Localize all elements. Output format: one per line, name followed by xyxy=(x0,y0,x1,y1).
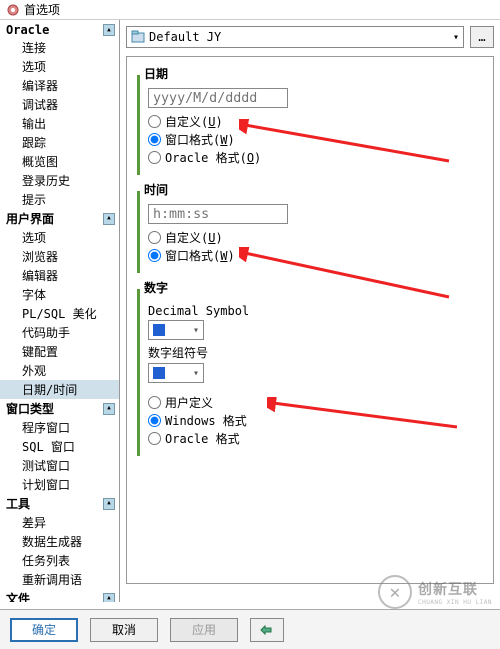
sidebar-item[interactable]: 日期/时间 xyxy=(0,380,119,399)
number-windows-radio[interactable]: Windows 格式 xyxy=(148,412,475,429)
sidebar-item[interactable]: 字体 xyxy=(0,285,119,304)
sidebar-item[interactable]: 数据生成器 xyxy=(0,532,119,551)
date-oracle-radio[interactable]: Oracle 格式(O) xyxy=(148,149,475,166)
sidebar-item[interactable]: 输出 xyxy=(0,114,119,133)
number-user-radio[interactable]: 用户定义 xyxy=(148,394,475,411)
collapse-icon: ▴ xyxy=(103,403,115,415)
number-oracle-radio[interactable]: Oracle 格式 xyxy=(148,430,475,447)
collapse-icon: ▴ xyxy=(103,593,115,603)
cancel-button[interactable]: 取消 xyxy=(90,618,158,642)
profile-name: Default JY xyxy=(149,30,449,44)
time-legend: 时间 xyxy=(144,181,170,200)
sidebar-item[interactable]: 任务列表 xyxy=(0,551,119,570)
sidebar-item[interactable]: 外观 xyxy=(0,361,119,380)
watermark-icon: ✕ xyxy=(378,575,412,609)
grouping-label: 数字组符号 xyxy=(148,344,475,361)
date-format-input[interactable] xyxy=(148,88,288,108)
sidebar-group-header[interactable]: 窗口类型▴ xyxy=(0,399,119,418)
sidebar-item[interactable]: 提示 xyxy=(0,190,119,209)
sidebar-item[interactable]: PL/SQL 美化 xyxy=(0,304,119,323)
sidebar-item[interactable]: 测试窗口 xyxy=(0,456,119,475)
sidebar-group-header[interactable]: 用户界面▴ xyxy=(0,209,119,228)
decimal-label: Decimal Symbol xyxy=(148,304,475,318)
time-format-input[interactable] xyxy=(148,204,288,224)
collapse-icon: ▴ xyxy=(103,24,115,36)
ok-button[interactable]: 确定 xyxy=(10,618,78,642)
sidebar-group-header[interactable]: Oracle▴ xyxy=(0,22,119,38)
date-custom-radio[interactable]: 自定义(U) xyxy=(148,113,475,130)
sidebar-item[interactable]: 差异 xyxy=(0,513,119,532)
date-window-radio[interactable]: 窗口格式(W) xyxy=(148,131,475,148)
window-title: 首选项 xyxy=(24,1,60,18)
sidebar: Oracle▴连接选项编译器调试器输出跟踪概览图登录历史提示用户界面▴选项浏览器… xyxy=(0,20,120,602)
sidebar-item[interactable]: 选项 xyxy=(0,57,119,76)
profile-select[interactable]: Default JY ▾ xyxy=(126,26,464,48)
sidebar-item[interactable]: 程序窗口 xyxy=(0,418,119,437)
sidebar-item[interactable]: 概览图 xyxy=(0,152,119,171)
apply-button[interactable]: 应用 xyxy=(170,618,238,642)
date-group: 日期 自定义(U) 窗口格式(W) Oracle 格式(O) xyxy=(137,65,483,175)
sidebar-item[interactable]: 代码助手 xyxy=(0,323,119,342)
color-swatch xyxy=(153,367,165,379)
sidebar-item[interactable]: 连接 xyxy=(0,38,119,57)
sidebar-item[interactable]: 调试器 xyxy=(0,95,119,114)
sidebar-item[interactable]: 选项 xyxy=(0,228,119,247)
collapse-icon: ▴ xyxy=(103,498,115,510)
chevron-down-icon: ▾ xyxy=(193,368,199,379)
browse-button[interactable]: … xyxy=(470,26,494,48)
sidebar-item[interactable]: 重新调用语 xyxy=(0,570,119,589)
sidebar-item[interactable]: 跟踪 xyxy=(0,133,119,152)
help-button[interactable] xyxy=(250,618,284,642)
time-window-radio[interactable]: 窗口格式(W) xyxy=(148,247,475,264)
time-group: 时间 自定义(U) 窗口格式(W) xyxy=(137,181,483,273)
sidebar-item[interactable]: 键配置 xyxy=(0,342,119,361)
chevron-down-icon: ▾ xyxy=(453,32,459,43)
sidebar-group-header[interactable]: 工具▴ xyxy=(0,494,119,513)
number-group: 数字 Decimal Symbol ▾ 数字组符号 ▾ 用户定义 Windows… xyxy=(137,279,483,456)
footer: 确定 取消 应用 xyxy=(0,609,500,649)
time-custom-radio[interactable]: 自定义(U) xyxy=(148,229,475,246)
sidebar-item[interactable]: 编译器 xyxy=(0,76,119,95)
chevron-down-icon: ▾ xyxy=(193,325,199,336)
collapse-icon: ▴ xyxy=(103,213,115,225)
number-legend: 数字 xyxy=(144,279,170,298)
decimal-symbol-select[interactable]: ▾ xyxy=(148,320,204,340)
sidebar-item[interactable]: 浏览器 xyxy=(0,247,119,266)
sidebar-item[interactable]: 编辑器 xyxy=(0,266,119,285)
profile-icon xyxy=(131,30,145,44)
sidebar-item[interactable]: 登录历史 xyxy=(0,171,119,190)
app-icon xyxy=(6,3,20,17)
sidebar-group-header[interactable]: 文件▴ xyxy=(0,589,119,602)
color-swatch xyxy=(153,324,165,336)
grouping-symbol-select[interactable]: ▾ xyxy=(148,363,204,383)
settings-panel: 日期 自定义(U) 窗口格式(W) Oracle 格式(O) 时间 自定义(U)… xyxy=(126,56,494,584)
watermark: ✕ 创新互联 CHUANG XIN HU LIAN xyxy=(378,575,492,609)
date-legend: 日期 xyxy=(144,65,170,84)
help-icon xyxy=(259,622,275,638)
sidebar-item[interactable]: SQL 窗口 xyxy=(0,437,119,456)
sidebar-item[interactable]: 计划窗口 xyxy=(0,475,119,494)
